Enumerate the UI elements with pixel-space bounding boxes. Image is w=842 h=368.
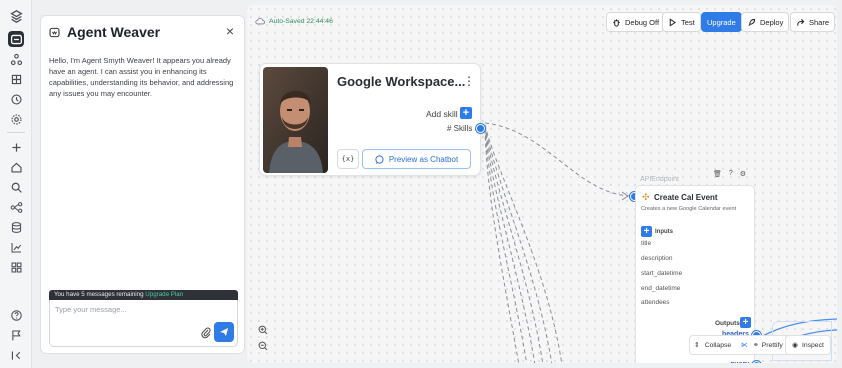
settings-icon[interactable] bbox=[8, 111, 24, 127]
icon-rail bbox=[0, 0, 32, 368]
input-row[interactable]: title bbox=[641, 240, 651, 247]
preview-chatbot-button[interactable]: Preview as Chatbot bbox=[362, 149, 471, 169]
input-row[interactable]: attendees bbox=[641, 299, 670, 306]
agent-weaver-panel: Agent Weaver × Hello, I'm Agent Smyth We… bbox=[40, 15, 245, 354]
test-label: Test bbox=[681, 17, 695, 27]
logo-icon[interactable] bbox=[8, 8, 24, 24]
collapse-arrows-icon: ⇕ bbox=[694, 342, 700, 349]
chat-bubble-icon bbox=[375, 154, 384, 164]
inspect-button[interactable]: ◉ Inspect bbox=[785, 335, 831, 355]
close-icon[interactable]: × bbox=[226, 24, 234, 38]
add-input-button[interactable]: + bbox=[641, 226, 652, 237]
send-icon bbox=[220, 328, 228, 336]
message-input[interactable] bbox=[55, 305, 195, 314]
input-row[interactable]: start_datetime bbox=[641, 270, 682, 277]
bug-icon bbox=[613, 18, 620, 27]
debug-label: Debug Off bbox=[625, 17, 660, 27]
upgrade-plan-link[interactable]: Upgrade Plan bbox=[145, 291, 183, 298]
collapse-button[interactable]: ⇕ Collapse bbox=[694, 341, 736, 350]
autosave-status: Auto-Saved 22:44:46 bbox=[255, 17, 333, 25]
eye-icon: ◉ bbox=[792, 342, 798, 349]
share-label: Share bbox=[809, 17, 830, 27]
debug-toggle-button[interactable]: Debug Off bbox=[606, 12, 666, 32]
search-icon[interactable] bbox=[8, 179, 24, 195]
weaver-icon bbox=[49, 27, 60, 37]
help-icon[interactable] bbox=[8, 307, 24, 323]
upgrade-label: Upgrade bbox=[707, 17, 736, 27]
prettify-button[interactable]: ⚭ Prettify bbox=[752, 341, 788, 350]
messages-remaining-text: You have 5 messages remaining bbox=[54, 291, 144, 298]
prettify-label: Prettify bbox=[761, 341, 783, 349]
share-button[interactable]: Share bbox=[790, 12, 836, 32]
inspect-label: Inspect bbox=[801, 341, 824, 349]
inputs-label: Inputs bbox=[655, 228, 673, 235]
input-row[interactable]: description bbox=[641, 255, 672, 262]
skills-output-port[interactable] bbox=[476, 124, 485, 133]
autosave-text: Auto-Saved 22:44:46 bbox=[269, 17, 333, 25]
outputs-label: Outputs bbox=[715, 320, 740, 327]
layout-controls: ⇕ Collapse ⋉ ⚭ Prettify bbox=[689, 335, 798, 355]
add-skill-button[interactable]: + bbox=[460, 107, 472, 119]
component-description: Creates a new Google Calendar event bbox=[641, 206, 737, 212]
agent-name[interactable]: Google Workspace... bbox=[337, 74, 465, 89]
expand-icon[interactable]: ⋉ bbox=[741, 341, 748, 349]
sparkle-icon: ✣ bbox=[642, 192, 650, 202]
help-icon[interactable]: ? bbox=[729, 170, 733, 178]
preview-label: Preview as Chatbot bbox=[388, 154, 459, 164]
flow-icon[interactable] bbox=[8, 199, 24, 215]
more-options-icon[interactable]: ⋮ bbox=[463, 75, 475, 87]
history-icon[interactable] bbox=[8, 91, 24, 107]
skills-label: # Skills bbox=[447, 124, 473, 133]
share-icon bbox=[797, 18, 805, 26]
gear-icon[interactable]: ⚙ bbox=[740, 170, 746, 178]
weaver-header: Agent Weaver bbox=[49, 24, 160, 40]
rocket-icon bbox=[748, 18, 756, 26]
play-icon bbox=[669, 17, 677, 27]
agent-avatar bbox=[263, 67, 328, 173]
data-icon[interactable] bbox=[8, 219, 24, 235]
weaver-message: Hello, I'm Agent Smyth Weaver! It appear… bbox=[49, 56, 234, 98]
skill-connection-wire bbox=[484, 122, 633, 197]
message-composer bbox=[49, 300, 238, 347]
component-toolbar: 🗑 ? ⚙ bbox=[713, 170, 746, 178]
deploy-button[interactable]: Deploy bbox=[741, 12, 790, 32]
analytics-icon[interactable] bbox=[8, 239, 24, 255]
home-icon[interactable] bbox=[8, 159, 24, 175]
delete-icon[interactable]: 🗑 bbox=[713, 170, 722, 178]
templates-icon[interactable] bbox=[8, 71, 24, 87]
deploy-label: Deploy bbox=[760, 17, 784, 27]
send-button[interactable] bbox=[214, 322, 234, 342]
add-icon[interactable] bbox=[8, 139, 24, 155]
variables-button[interactable]: {x} bbox=[337, 149, 359, 169]
add-skill-label: Add skill bbox=[426, 109, 458, 119]
output-row-query[interactable]: query bbox=[730, 361, 749, 363]
component-type-label: APIEndpoint bbox=[640, 176, 679, 183]
apps-icon[interactable] bbox=[8, 259, 24, 275]
agents-icon[interactable] bbox=[8, 51, 24, 67]
collapse-label: Collapse bbox=[704, 341, 732, 349]
upgrade-button[interactable]: Upgrade bbox=[701, 12, 742, 32]
messages-remaining-banner: You have 5 messages remaining Upgrade Pl… bbox=[49, 290, 238, 300]
test-button[interactable]: Test bbox=[662, 12, 701, 32]
add-output-button[interactable]: + bbox=[740, 317, 751, 328]
input-row[interactable]: end_datetime bbox=[641, 285, 680, 292]
chat-icon[interactable] bbox=[8, 31, 24, 47]
builder-canvas[interactable]: Auto-Saved 22:44:46 Debug Off Test Upgra… bbox=[247, 5, 837, 363]
weaver-title: Agent Weaver bbox=[67, 24, 161, 40]
attach-icon[interactable] bbox=[201, 327, 211, 339]
component-title: Create Cal Event bbox=[654, 193, 718, 202]
agent-card[interactable]: Google Workspace... ⋮ Add skill + # Skil… bbox=[259, 63, 485, 176]
zoom-out-icon[interactable] bbox=[256, 339, 270, 353]
prettify-icon: ⚭ bbox=[752, 342, 759, 349]
collapse-icon[interactable] bbox=[8, 347, 24, 363]
rail-divider bbox=[7, 132, 25, 133]
flag-icon[interactable] bbox=[8, 327, 24, 343]
output-port-query[interactable] bbox=[752, 361, 761, 363]
inputs-header: + Inputs bbox=[641, 226, 673, 237]
cloud-icon bbox=[255, 17, 265, 25]
zoom-in-icon[interactable] bbox=[256, 323, 270, 337]
